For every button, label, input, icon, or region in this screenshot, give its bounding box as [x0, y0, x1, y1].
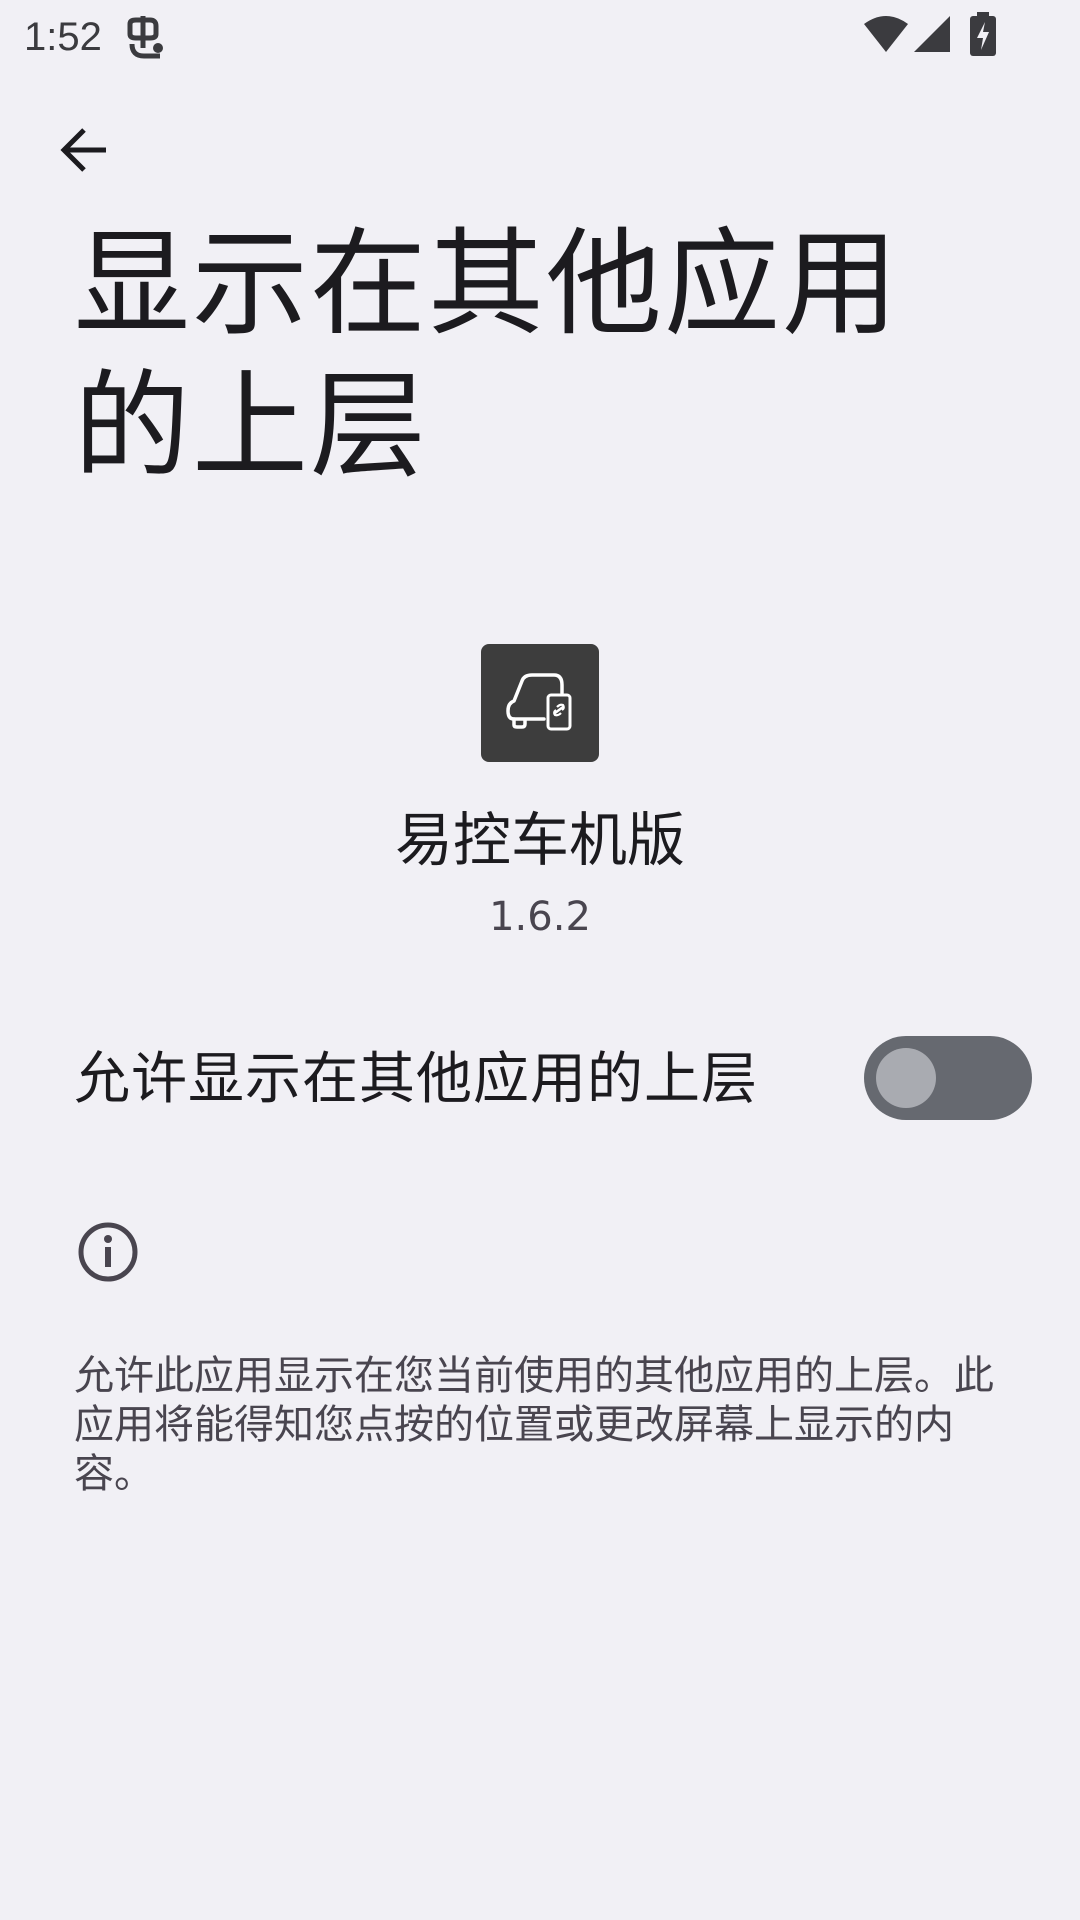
arrow-back-icon [60, 128, 106, 172]
app-name: 易控车机版 [394, 806, 685, 874]
app-icon [481, 644, 599, 762]
info-icon [76, 1220, 140, 1284]
cell-signal-icon [912, 14, 952, 54]
overlay-permission-description: 允许此应用显示在您当前使用的其他应用的上层。此应用将能得知您点按的位置或更改屏幕… [74, 1353, 994, 1497]
allow-overlay-label: 允许显示在其他应用的上层 [74, 1047, 758, 1112]
page-title: 显示在其他应用的上层 [74, 217, 900, 494]
car-phone-link-icon [506, 673, 572, 731]
allow-overlay-setting-row[interactable]: 允许显示在其他应用的上层 [0, 1020, 1080, 1140]
app-version: 1.6.2 [489, 894, 591, 940]
wifi-icon [862, 14, 910, 54]
status-bar: 1:52 [0, 0, 1080, 80]
switch-thumb [876, 1048, 936, 1108]
app-notification-icon [120, 14, 168, 62]
status-time: 1:52 [24, 15, 102, 59]
back-button[interactable] [44, 110, 124, 190]
allow-overlay-switch[interactable] [864, 1036, 1032, 1120]
battery-charging-icon [968, 12, 998, 56]
